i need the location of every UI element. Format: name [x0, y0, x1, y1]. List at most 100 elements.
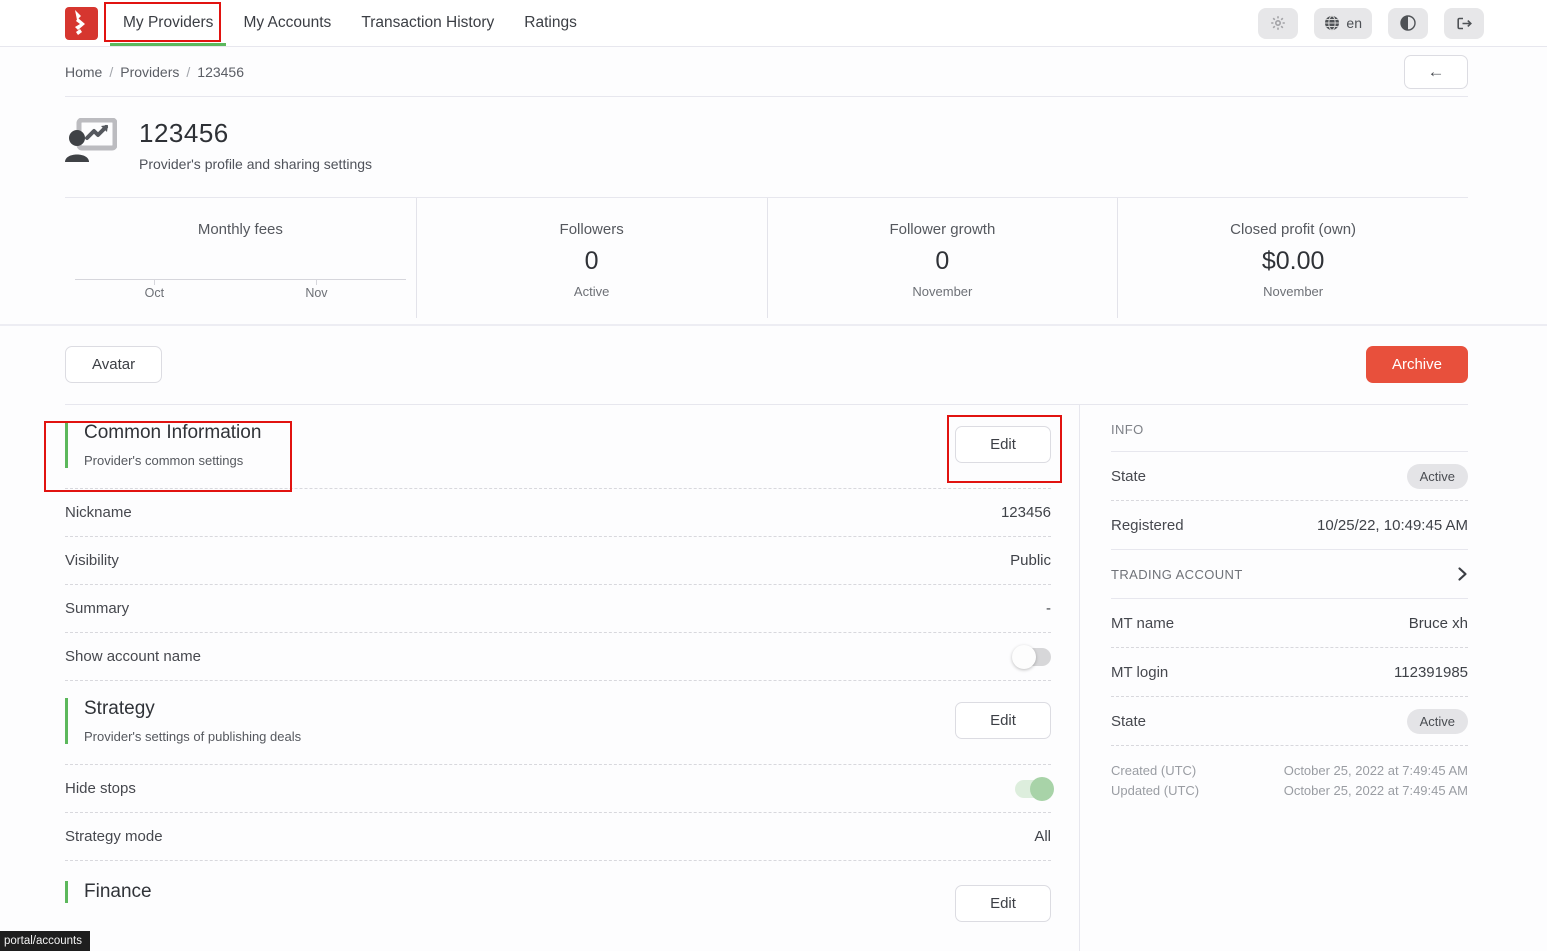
section-heading-block: Strategy Provider's settings of publishi…: [65, 698, 301, 744]
nav-ratings[interactable]: Ratings: [511, 0, 590, 46]
language-code: en: [1346, 15, 1362, 31]
archive-button[interactable]: Archive: [1366, 346, 1468, 383]
logout-button[interactable]: [1444, 8, 1484, 39]
info-row-mt-login: MT login 112391985: [1111, 648, 1468, 697]
stat-caption: Active: [417, 284, 767, 299]
updated-line: Updated (UTC) October 25, 2022 at 7:49:4…: [1111, 780, 1468, 800]
provider-profile-page: My Providers My Accounts Transaction His…: [0, 0, 1547, 951]
nav-my-providers[interactable]: My Providers: [110, 0, 226, 46]
field-label: Hide stops: [65, 780, 136, 797]
back-button[interactable]: ←: [1404, 55, 1468, 89]
avatar-button[interactable]: Avatar: [65, 346, 162, 383]
contrast-icon: [1400, 15, 1416, 31]
section-heading-block: Finance: [65, 881, 152, 903]
breadcrumb-current: 123456: [197, 64, 244, 80]
section-subtitle: Provider's settings of publishing deals: [84, 729, 301, 744]
page-title-block: 123456 Provider's profile and sharing se…: [139, 118, 372, 172]
info-row-mt-name: MT name Bruce xh: [1111, 599, 1468, 648]
info-label: State: [1111, 468, 1146, 485]
breadcrumb-home[interactable]: Home: [65, 64, 102, 80]
settings-button[interactable]: [1258, 8, 1298, 39]
gear-icon: [1270, 15, 1286, 31]
breadcrumb: Home / Providers / 123456: [65, 64, 244, 80]
stat-caption: November: [1118, 284, 1468, 299]
info-label: State: [1111, 713, 1146, 730]
info-label: MT name: [1111, 615, 1174, 632]
section-divider: [0, 324, 1547, 326]
info-row-state: State Active: [1111, 452, 1468, 501]
stat-title: Closed profit (own): [1118, 221, 1468, 238]
nav-actions: en: [1258, 0, 1484, 46]
nav-my-accounts[interactable]: My Accounts: [230, 0, 344, 46]
field-label: Nickname: [65, 504, 132, 521]
edit-finance-button[interactable]: Edit: [955, 885, 1051, 922]
show-account-name-toggle[interactable]: [1015, 648, 1051, 666]
hide-stops-toggle[interactable]: [1015, 780, 1051, 798]
stat-title: Followers: [417, 221, 767, 238]
chart-x-labels: Oct Nov: [75, 284, 406, 300]
info-label: Registered: [1111, 517, 1184, 534]
page-title: 123456: [139, 118, 372, 149]
field-label: Summary: [65, 600, 129, 617]
info-value: Bruce xh: [1409, 615, 1468, 632]
stat-monthly-fees: Monthly fees Oct Nov: [65, 198, 416, 318]
nav-transaction-history[interactable]: Transaction History: [348, 0, 507, 46]
breadcrumb-separator: /: [186, 64, 190, 80]
info-heading: INFO: [1111, 422, 1468, 452]
edit-common-button[interactable]: Edit: [955, 426, 1051, 463]
row-strategy-mode: Strategy mode All: [65, 813, 1051, 861]
section-title: Common Information: [84, 422, 261, 444]
stat-value: 0: [768, 247, 1118, 276]
info-row-account-state: State Active: [1111, 697, 1468, 746]
field-value: 123456: [1001, 504, 1051, 521]
breadcrumb-providers[interactable]: Providers: [120, 64, 179, 80]
trading-account-header[interactable]: TRADING ACCOUNT: [1111, 550, 1468, 599]
section-subtitle: Provider's common settings: [84, 453, 261, 468]
status-badge: Active: [1407, 464, 1468, 489]
created-line: Created (UTC) October 25, 2022 at 7:49:4…: [1111, 760, 1468, 780]
section-finance: Finance Edit: [65, 861, 1051, 942]
section-common-information: Common Information Provider's common set…: [65, 405, 1051, 489]
section-title: Strategy: [84, 698, 301, 720]
stats-strip: Monthly fees Oct Nov Followers 0 Active …: [65, 197, 1468, 318]
section-title: Finance: [84, 881, 152, 903]
edit-strategy-button[interactable]: Edit: [955, 702, 1051, 739]
row-show-account-name: Show account name: [65, 633, 1051, 681]
profile-actions-row: Avatar Archive: [65, 346, 1468, 383]
provider-avatar-icon: [65, 118, 117, 162]
primary-nav: My Providers My Accounts Transaction His…: [110, 0, 590, 46]
status-badge: Active: [1407, 709, 1468, 734]
language-button[interactable]: en: [1314, 8, 1372, 39]
trading-account-label: TRADING ACCOUNT: [1111, 567, 1243, 582]
settings-column: Common Information Provider's common set…: [65, 405, 1080, 951]
page-header: 123456 Provider's profile and sharing se…: [0, 97, 1547, 197]
row-hide-stops: Hide stops: [65, 765, 1051, 813]
link-status-tooltip: portal/accounts: [0, 931, 90, 951]
info-label: MT login: [1111, 664, 1168, 681]
content-grid: Common Information Provider's common set…: [65, 404, 1468, 951]
info-value: 112391985: [1394, 664, 1468, 681]
stat-value: $0.00: [1118, 247, 1468, 276]
field-label: Visibility: [65, 552, 119, 569]
info-row-registered: Registered 10/25/22, 10:49:45 AM: [1111, 501, 1468, 550]
stat-value: 0: [417, 247, 767, 276]
updated-value: October 25, 2022 at 7:49:45 AM: [1284, 783, 1468, 798]
x-tick-nov: Nov: [305, 286, 327, 300]
timestamps-block: Created (UTC) October 25, 2022 at 7:49:4…: [1111, 746, 1468, 800]
app-logo[interactable]: [65, 0, 98, 46]
row-visibility: Visibility Public: [65, 537, 1051, 585]
stat-caption: November: [768, 284, 1118, 299]
chevron-right-icon: [1457, 566, 1468, 582]
stat-follower-growth: Follower growth 0 November: [767, 198, 1118, 318]
row-nickname: Nickname 123456: [65, 489, 1051, 537]
theme-toggle-button[interactable]: [1388, 8, 1428, 39]
stat-closed-profit: Closed profit (own) $0.00 November: [1117, 198, 1468, 318]
row-summary: Summary -: [65, 585, 1051, 633]
section-strategy: Strategy Provider's settings of publishi…: [65, 681, 1051, 765]
brand-logo-icon: [65, 7, 98, 40]
stat-title: Monthly fees: [65, 221, 416, 238]
field-value: All: [1034, 828, 1051, 845]
stat-followers: Followers 0 Active: [416, 198, 767, 318]
field-value: Public: [1010, 552, 1051, 569]
updated-label: Updated (UTC): [1111, 783, 1199, 798]
